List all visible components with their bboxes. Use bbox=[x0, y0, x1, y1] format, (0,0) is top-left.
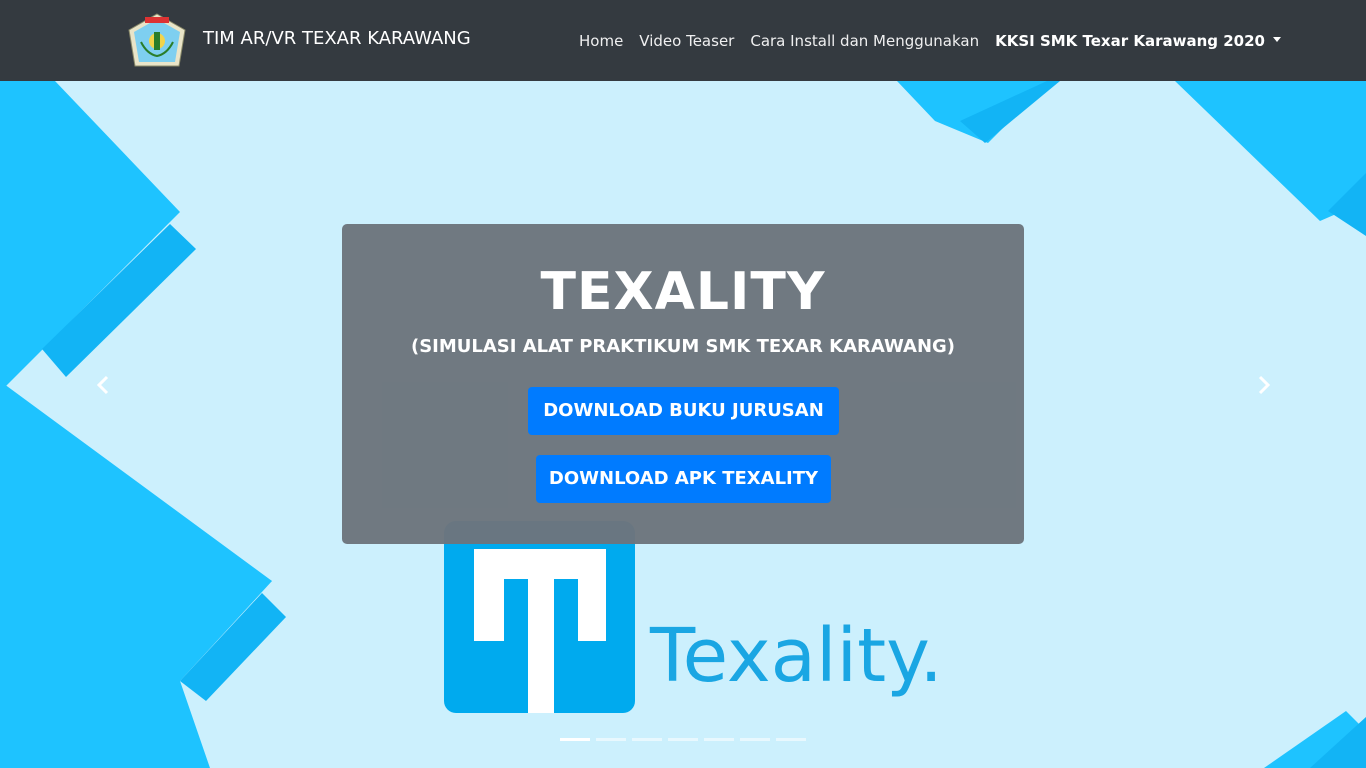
texality-logo-wordmark: Texality. bbox=[650, 613, 943, 699]
hero-title: TEXALITY bbox=[540, 262, 826, 322]
school-emblem-icon[interactable] bbox=[127, 12, 187, 70]
nav-dropdown-kksi[interactable]: KKSI SMK Texar Karawang 2020 bbox=[987, 28, 1289, 54]
carousel-indicator-1[interactable] bbox=[560, 738, 590, 741]
navbar: TIM AR/VR TEXAR KARAWANG Home Video Teas… bbox=[0, 0, 1366, 81]
nav-video-teaser[interactable]: Video Teaser bbox=[631, 28, 742, 54]
chevron-right-icon bbox=[1258, 375, 1271, 395]
download-buku-button[interactable]: DOWNLOAD BUKU JURUSAN bbox=[528, 387, 839, 435]
nav-dropdown-label: KKSI SMK Texar Karawang 2020 bbox=[995, 32, 1265, 50]
carousel-indicator-6[interactable] bbox=[740, 738, 770, 741]
carousel-prev-button[interactable] bbox=[92, 372, 114, 398]
nav-cara-install[interactable]: Cara Install dan Menggunakan bbox=[742, 28, 987, 54]
carousel-indicator-2[interactable] bbox=[596, 738, 626, 741]
download-apk-button[interactable]: DOWNLOAD APK TEXALITY bbox=[536, 455, 831, 503]
carousel-indicator-7[interactable] bbox=[776, 738, 806, 741]
nav-home[interactable]: Home bbox=[571, 28, 631, 54]
carousel-indicators bbox=[560, 738, 812, 741]
carousel-indicator-5[interactable] bbox=[704, 738, 734, 741]
carousel-indicator-4[interactable] bbox=[668, 738, 698, 741]
hero-subtitle: (SIMULASI ALAT PRAKTIKUM SMK TEXAR KARAW… bbox=[410, 336, 956, 357]
nav-menu: Home Video Teaser Cara Install dan Mengg… bbox=[571, 28, 1289, 54]
carousel-next-button[interactable] bbox=[1253, 372, 1275, 398]
hero-carousel: Texality. TEXALITY (SIMULASI ALAT PRAKTI… bbox=[0, 81, 1366, 768]
caption-panel: TEXALITY (SIMULASI ALAT PRAKTIKUM SMK TE… bbox=[342, 224, 1024, 544]
chevron-left-icon bbox=[96, 375, 109, 395]
caret-down-icon bbox=[1272, 37, 1281, 42]
carousel-indicator-3[interactable] bbox=[632, 738, 662, 741]
brand-title[interactable]: TIM AR/VR TEXAR KARAWANG bbox=[203, 27, 471, 51]
